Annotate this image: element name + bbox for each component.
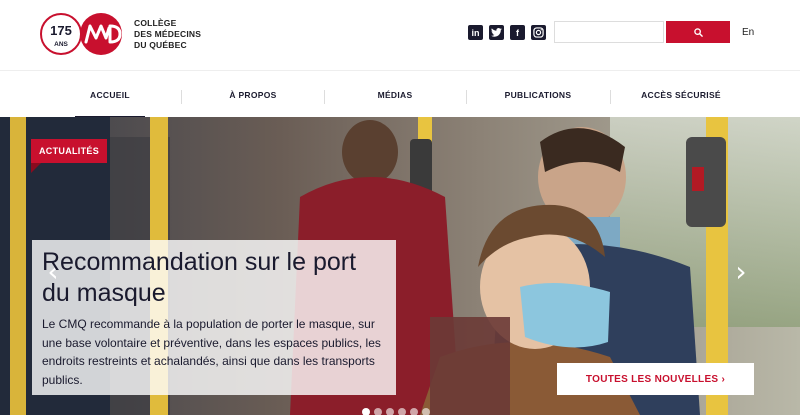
news-tag-tail — [31, 163, 41, 173]
carousel-dot[interactable] — [374, 408, 382, 415]
college-name-line-1: COLLÈGE — [134, 18, 177, 28]
college-logo[interactable]: 175 ANS — [40, 10, 126, 58]
nav-divider — [610, 90, 611, 104]
hero-carousel: ACTUALITÉS ‹ › Recommandation sur le por… — [0, 117, 800, 415]
nav-item-medias[interactable]: MÉDIAS — [355, 71, 435, 118]
nav-item-accueil[interactable]: ACCUEIL — [75, 71, 145, 118]
nav-divider — [466, 90, 467, 104]
linkedin-icon[interactable]: in — [468, 25, 483, 40]
hero-body: Le CMQ recommande à la population de por… — [42, 317, 381, 387]
carousel-dot[interactable] — [362, 408, 370, 415]
nav-divider — [324, 90, 325, 104]
search-button[interactable] — [666, 21, 730, 43]
instagram-icon[interactable] — [531, 25, 546, 40]
nav-item-a-propos[interactable]: À PROPOS — [213, 71, 293, 118]
hero-card: Recommandation sur le port du masque Le … — [32, 240, 396, 395]
nav-item-acces-securise[interactable]: ACCÈS SÉCURISÉ — [634, 71, 728, 118]
chevron-right-icon[interactable]: › — [730, 257, 752, 287]
anniversary-number: 175 — [50, 23, 72, 38]
twitter-icon[interactable] — [489, 25, 504, 40]
carousel-dot[interactable] — [386, 408, 394, 415]
facebook-icon[interactable]: f — [510, 25, 525, 40]
nav-divider — [181, 90, 182, 104]
language-switch-link[interactable]: En — [742, 27, 754, 38]
hero-title[interactable]: Recommandation sur le port du masque — [42, 247, 386, 309]
carousel-dot[interactable] — [410, 408, 418, 415]
site-header: 175 ANS COLLÈGE DES MÉDECINS DU QUÉBEC i… — [0, 0, 800, 70]
search-icon — [693, 27, 703, 37]
carousel-dot[interactable] — [422, 408, 430, 415]
carousel-dots — [362, 408, 430, 415]
nav-item-publications[interactable]: PUBLICATIONS — [495, 71, 581, 118]
search-input[interactable] — [554, 21, 664, 43]
college-name: COLLÈGE DES MÉDECINS DU QUÉBEC — [134, 18, 201, 51]
college-name-line-3: DU QUÉBEC — [134, 40, 187, 50]
college-name-line-2: DES MÉDECINS — [134, 29, 202, 39]
anniversary-label: ANS — [54, 41, 68, 48]
carousel-dot[interactable] — [398, 408, 406, 415]
news-tag: ACTUALITÉS — [31, 139, 107, 163]
all-news-button[interactable]: TOUTES LES NOUVELLES › — [557, 363, 754, 395]
main-navigation: ACCUEIL À PROPOS MÉDIAS PUBLICATIONS ACC… — [0, 70, 800, 118]
